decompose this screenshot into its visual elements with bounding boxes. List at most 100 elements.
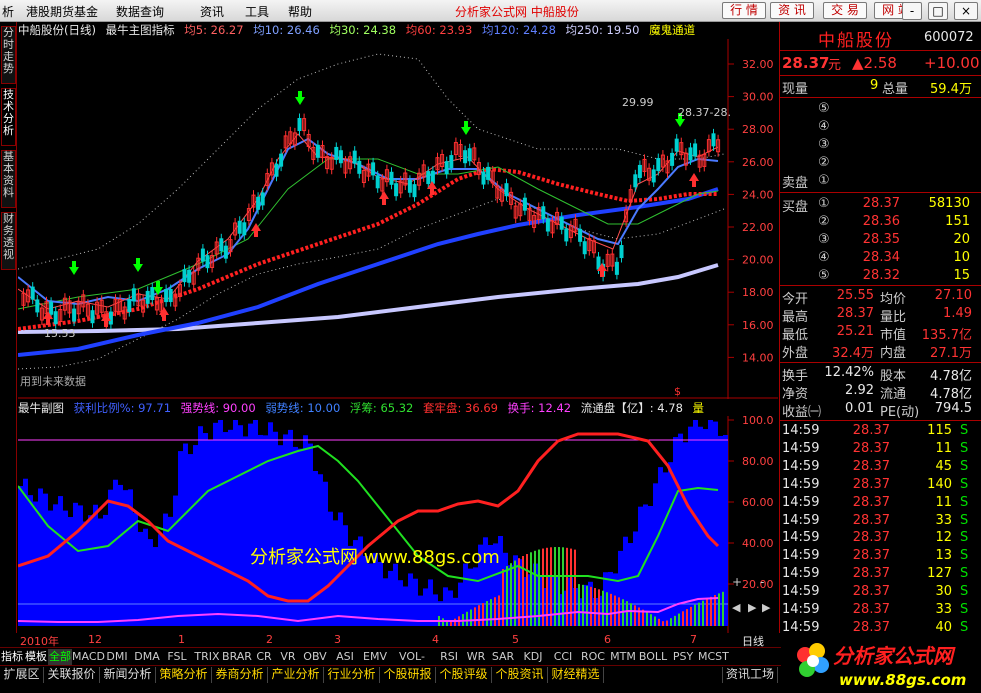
sub-chart-name[interactable]: 最牛副图 bbox=[18, 401, 64, 415]
info-button[interactable]: 资 讯 bbox=[770, 2, 814, 19]
menu-item-data-query[interactable]: 数据查询 bbox=[116, 3, 164, 20]
indicator-tab[interactable]: DMA bbox=[132, 649, 162, 665]
indicator-tab[interactable]: OBV bbox=[300, 649, 330, 665]
tab-intraday[interactable]: 分时走势 bbox=[1, 26, 16, 84]
indicator-tab[interactable]: MACD bbox=[72, 649, 105, 665]
indicator-tab[interactable]: 全部 bbox=[48, 649, 72, 665]
close-button[interactable]: × bbox=[954, 2, 978, 20]
bottom-tab[interactable]: 券商分析 bbox=[212, 667, 268, 683]
bottom-tab[interactable]: 行业分析 bbox=[324, 667, 380, 683]
menu-item-hk-futures[interactable]: 港股期货基金 bbox=[26, 3, 98, 20]
tab-fundamentals[interactable]: 基本资料 bbox=[1, 150, 16, 208]
tick-row: 14:59 28.37 127 S bbox=[782, 566, 978, 584]
sell-level-cell: ⑤ bbox=[818, 101, 830, 116]
tab-technical[interactable]: 技术分析 bbox=[1, 88, 16, 146]
scroll-end-icon[interactable]: ▶ bbox=[762, 601, 771, 614]
stat2-row: 净资 2.92 流通 4.78亿 bbox=[782, 383, 978, 402]
indicator-tab[interactable]: RSI bbox=[434, 649, 464, 665]
stat-row-cell: 最高 bbox=[782, 310, 809, 325]
indicator-tab[interactable]: PSY bbox=[668, 649, 698, 665]
indicator-chart[interactable]: 100.0 80.00 60.00 40.00 20.00 分析家公式网 www.88g… bbox=[18, 416, 778, 633]
indicator-tab[interactable]: BRAR bbox=[222, 649, 252, 665]
volume-label: 量 bbox=[692, 401, 705, 415]
buy-level-cell: ④ bbox=[818, 250, 830, 265]
stat2-row-cell: 股本 bbox=[880, 369, 907, 384]
bottom-tab[interactable]: 关联报价 bbox=[44, 667, 100, 683]
tab-info-workshop[interactable]: 资讯工场 bbox=[722, 667, 778, 683]
indicator-tab[interactable]: TRIX bbox=[192, 649, 222, 665]
tick-row-cell: 14:59 bbox=[782, 512, 820, 528]
stat-row: 今开 25.55 均价 27.10 bbox=[782, 288, 978, 307]
indicator-tab[interactable]: CCI bbox=[548, 649, 578, 665]
stat-row-cell: 内盘 bbox=[880, 346, 907, 361]
maximize-button[interactable]: □ bbox=[928, 2, 948, 20]
indicator-tab[interactable]: EMV bbox=[360, 649, 390, 665]
buy-level-cell: ② bbox=[818, 214, 830, 229]
tick-row: 14:59 28.37 45 S bbox=[782, 459, 978, 477]
stat2-row: 换手 12.42% 股本 4.78亿 bbox=[782, 365, 978, 384]
menu-item-news[interactable]: 资讯 bbox=[200, 3, 224, 20]
tick-row: 14:59 28.37 33 S bbox=[782, 602, 978, 620]
trade-button[interactable]: 交 易 bbox=[823, 2, 867, 19]
indicator-tab[interactable]: MTM bbox=[608, 649, 638, 665]
scroll-left-icon[interactable]: ◀ bbox=[732, 601, 741, 614]
tick-row-cell: S bbox=[960, 602, 969, 617]
bottom-tab[interactable]: 策略分析 bbox=[156, 667, 212, 683]
tab-financials[interactable]: 财务透视 bbox=[1, 212, 16, 270]
tick-row: 14:59 28.37 33 S bbox=[782, 513, 978, 531]
minimize-button[interactable]: - bbox=[902, 2, 922, 20]
buy-level-cell: 28.34 bbox=[862, 250, 900, 265]
indicator-tab[interactable]: KDJ bbox=[518, 649, 548, 665]
tick-row-cell: 30 bbox=[935, 584, 952, 600]
buy-level: ① 28.37 58130 bbox=[782, 196, 978, 214]
tick-row-cell: 14:59 bbox=[782, 440, 820, 456]
indicator-tab[interactable]: VOL-TDX bbox=[390, 649, 434, 678]
indicator-tab[interactable]: ASI bbox=[330, 649, 360, 665]
stock-code: 600072 bbox=[924, 30, 974, 45]
logo-url: www.88gs.com bbox=[839, 671, 966, 689]
indicator-tab[interactable]: 指标 bbox=[0, 649, 24, 665]
indicator-tab[interactable]: WR bbox=[464, 649, 488, 665]
menu-item-tools[interactable]: 工具 bbox=[245, 3, 269, 20]
bottom-tab[interactable]: 产业分析 bbox=[268, 667, 324, 683]
price-axis-label: 30.00 bbox=[742, 91, 774, 104]
buy-level-cell: ⑤ bbox=[818, 268, 830, 283]
zoom-in-icon[interactable]: + bbox=[732, 575, 742, 589]
indicator-tab[interactable]: MCST bbox=[698, 649, 729, 665]
tick-row-cell: 28.37 bbox=[852, 458, 890, 474]
price-axis-label: 14.00 bbox=[742, 351, 774, 364]
price-chart[interactable]: 32.00 30.00 28.00 26.00 24.00 22.00 20.00 18.00… bbox=[18, 39, 778, 399]
bottom-tab[interactable]: 扩展区 bbox=[0, 667, 44, 683]
bottom-tab[interactable]: 新闻分析 bbox=[100, 667, 156, 683]
tick-row-cell: 28.37 bbox=[852, 512, 890, 528]
tick-row-cell: 33 bbox=[935, 512, 952, 528]
date-month: 1 bbox=[178, 633, 185, 646]
indicator-tab[interactable]: SAR bbox=[488, 649, 518, 665]
menu-item-help[interactable]: 帮助 bbox=[288, 3, 312, 20]
bottom-tab[interactable]: 个股资讯 bbox=[492, 667, 548, 683]
bottom-tab[interactable]: 个股研报 bbox=[380, 667, 436, 683]
bottom-tab[interactable]: 财经精选 bbox=[548, 667, 604, 683]
indicator-tab[interactable]: 模板 bbox=[24, 649, 48, 665]
stat-row-cell: 25.21 bbox=[836, 324, 874, 339]
chart-indicator-name[interactable]: 最牛主图指标 bbox=[106, 23, 175, 37]
indicator-tab[interactable]: BOLL bbox=[638, 649, 668, 665]
low-price-label: 15.53 bbox=[44, 327, 76, 340]
indicator-tab[interactable]: CR bbox=[252, 649, 276, 665]
main-chart-header: 中船股份(日线) 最牛主图指标 均5: 26.27 均10: 26.46 均30… bbox=[18, 22, 778, 39]
high-price-label: 29.99 bbox=[622, 96, 654, 109]
menu-item-analysis[interactable]: 析 bbox=[2, 3, 14, 20]
market-button[interactable]: 行 情 bbox=[722, 2, 766, 19]
locked-chips: 套牢盘: 36.69 bbox=[423, 401, 498, 415]
buy-level-cell: 20 bbox=[953, 232, 970, 247]
scroll-right-icon[interactable]: ▶ bbox=[748, 601, 757, 614]
zoom-out-icon[interactable]: - bbox=[760, 575, 764, 589]
indicator-tab[interactable]: DMI bbox=[102, 649, 132, 665]
bottom-tab[interactable]: 个股评级 bbox=[436, 667, 492, 683]
total-volume: 59.4万 bbox=[930, 82, 972, 97]
indicator-tab[interactable]: ROC bbox=[578, 649, 608, 665]
indicator-tab[interactable]: VR bbox=[276, 649, 300, 665]
sell-level: ① bbox=[782, 173, 978, 191]
left-tab-strip: 分时走势 技术分析 基本资料 财务透视 bbox=[0, 22, 17, 633]
indicator-tab[interactable]: FSL bbox=[162, 649, 192, 665]
